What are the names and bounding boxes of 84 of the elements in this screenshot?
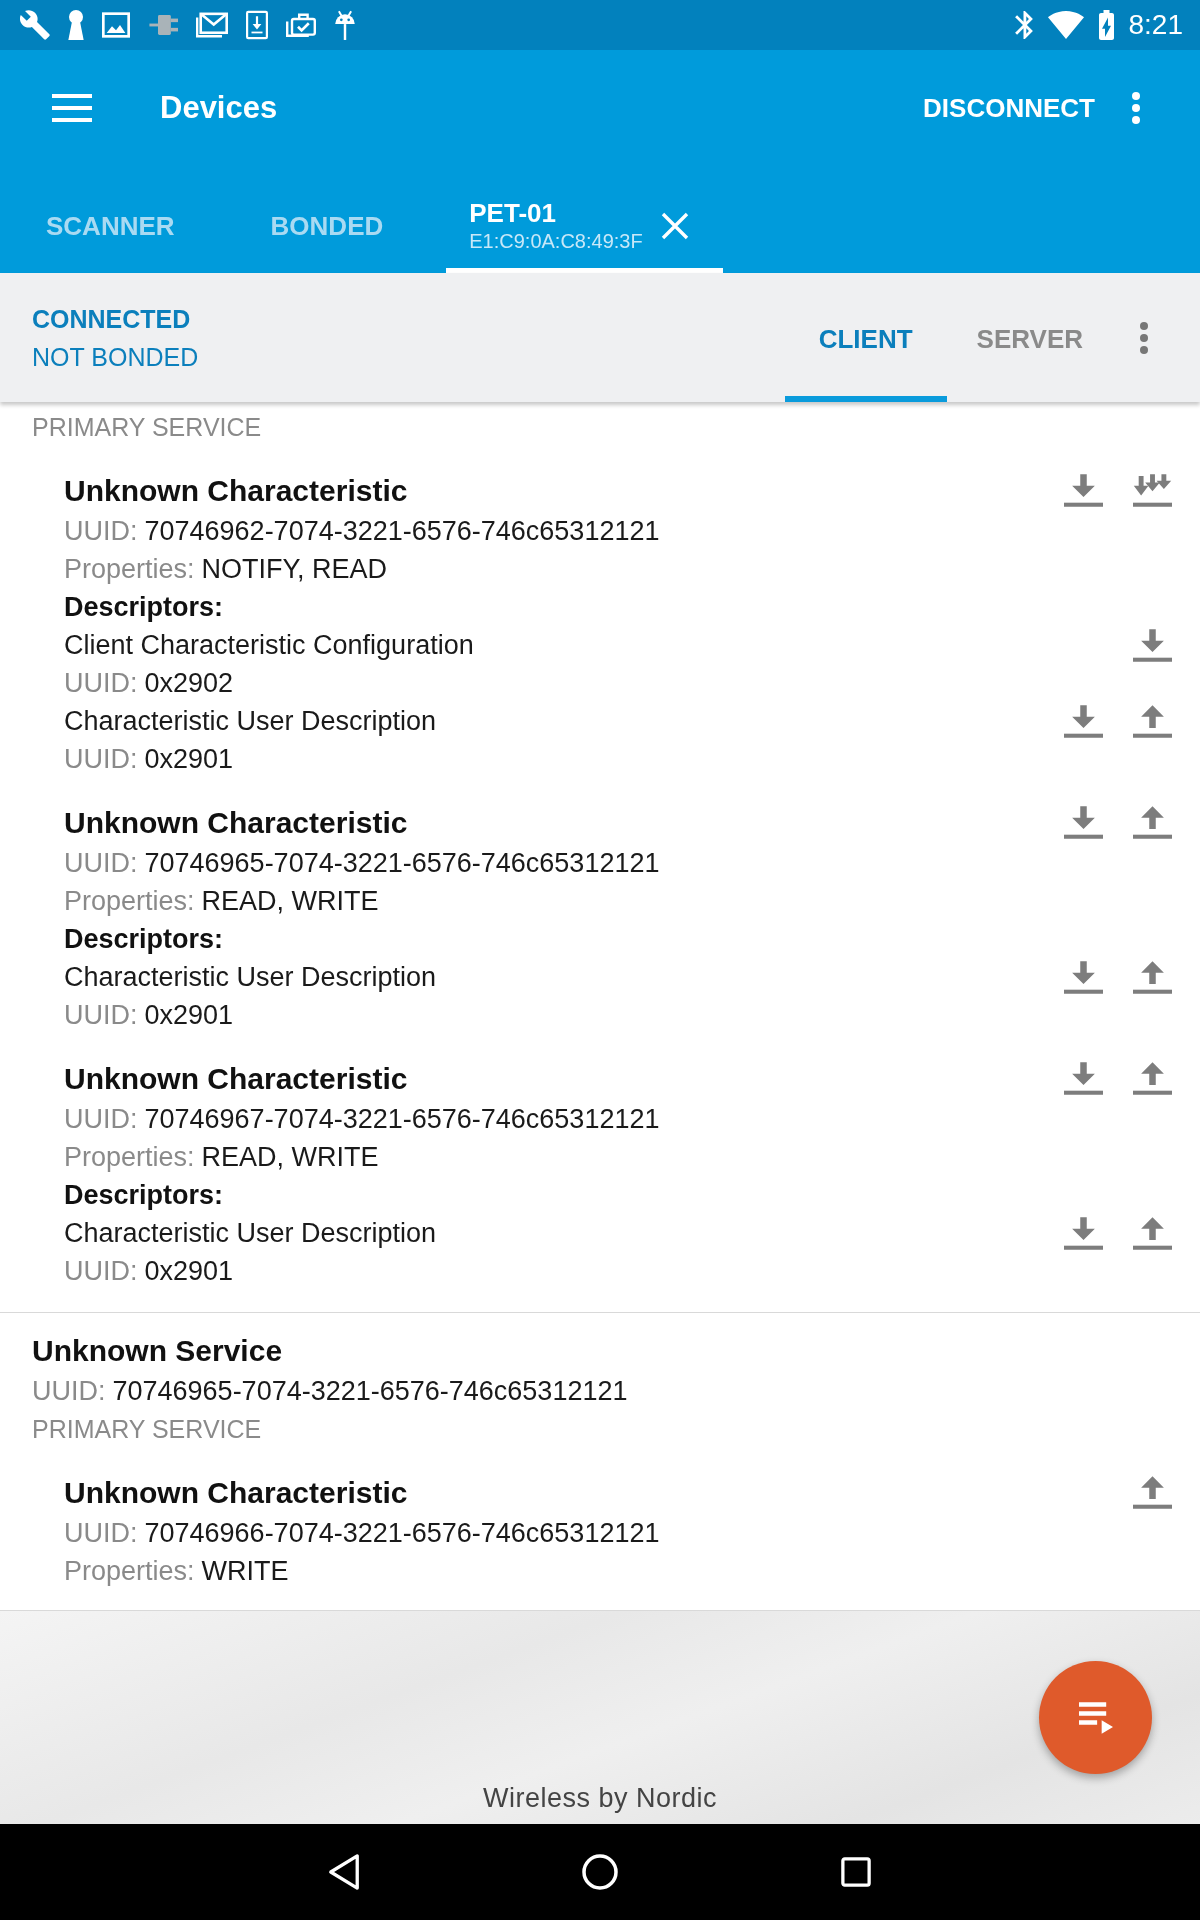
recent-apps-icon[interactable] [841,1857,871,1887]
download-icon[interactable] [1133,628,1172,662]
uuid-label: UUID: [64,514,138,548]
properties-value: READ, WRITE [201,1140,379,1174]
uuid-value: 0x2902 [144,666,234,700]
properties-label: Properties: [64,552,195,586]
uuid-label: UUID: [64,1516,138,1550]
uuid-label: UUID: [32,1374,106,1408]
descriptors-heading: Descriptors: [64,922,224,956]
wifi-icon [1047,11,1084,39]
briefcase-icon [286,12,316,38]
bluetooth-icon [1014,11,1033,39]
uuid-value: 70746967-7074-3221-6576-746c65312121 [144,1102,660,1136]
download-icon[interactable] [1064,473,1103,507]
download-icon [246,10,268,40]
descriptor-name: Characteristic User Description [64,960,437,994]
download-multiple-icon[interactable] [1133,473,1172,507]
properties-value: NOTIFY, READ [201,552,388,586]
characteristic-name: Unknown Characteristic [64,804,408,841]
descriptor-name: Characteristic User Description [64,704,437,738]
uuid-value: 70746965-7074-3221-6576-746c65312121 [144,846,660,880]
descriptor-name: Client Characteristic Configuration [64,628,474,662]
service-name: Unknown Service [32,1332,283,1369]
status-time: 8:21 [1128,8,1183,42]
keyhole-icon [68,10,84,40]
brand-text: Wireless by Nordic [482,1783,717,1813]
mode-tab[interactable]: SERVER [946,273,1113,402]
more-options-icon[interactable] [1132,91,1140,124]
descriptor-name: Characteristic User Description [64,1216,437,1250]
uuid-label: UUID: [64,1254,138,1288]
playlist-play-icon [1078,1701,1113,1734]
download-icon[interactable] [1064,1061,1103,1095]
connection-status: CONNECTED [32,303,192,335]
service-type-label: PRIMARY SERVICE [32,1414,263,1445]
app-title: Devices [160,88,278,127]
menu-icon[interactable] [52,93,92,122]
properties-value: WRITE [201,1554,289,1588]
uuid-value: 70746966-7074-3221-6576-746c65312121 [144,1516,660,1550]
descriptors-heading: Descriptors: [64,1178,224,1212]
service-type-label: PRIMARY SERVICE [32,412,263,443]
uuid-value: 0x2901 [144,998,234,1032]
disconnect-button[interactable]: DISCONNECT [923,91,1095,124]
mail-icon [196,12,228,38]
back-icon[interactable] [327,1853,361,1891]
upload-icon[interactable] [1133,1061,1172,1095]
uuid-value: 70746962-7074-3221-6576-746c65312121 [144,514,660,548]
wrench-icon [20,10,50,40]
uuid-label: UUID: [64,742,138,776]
properties-label: Properties: [64,1554,195,1588]
uuid-label: UUID: [64,666,138,700]
image-icon [102,12,130,38]
device-tab[interactable]: BONDED [224,165,434,273]
upload-icon[interactable] [1133,1475,1172,1509]
upload-icon[interactable] [1133,960,1172,994]
uuid-label: UUID: [64,846,138,880]
mode-tab[interactable]: CLIENT [784,273,947,402]
more-options-icon[interactable] [1140,321,1148,354]
uuid-value: 0x2901 [144,742,234,776]
characteristic-name: Unknown Characteristic [64,1474,408,1511]
descriptors-heading: Descriptors: [64,590,224,624]
properties-label: Properties: [64,884,195,918]
properties-value: READ, WRITE [201,884,379,918]
uuid-value: 0x2901 [144,1254,234,1288]
download-icon[interactable] [1064,704,1103,738]
home-icon[interactable] [582,1854,618,1890]
close-icon[interactable] [660,212,689,240]
uuid-value: 70746965-7074-3221-6576-746c65312121 [112,1374,628,1408]
uuid-label: UUID: [64,998,138,1032]
characteristic-name: Unknown Characteristic [64,472,408,509]
bond-status: NOT BONDED [32,341,199,373]
download-icon[interactable] [1064,805,1103,839]
robot-icon [334,10,356,40]
upload-icon[interactable] [1133,1216,1172,1250]
device-tab[interactable]: SCANNER [0,165,225,273]
upload-icon[interactable] [1133,805,1172,839]
uuid-label: UUID: [64,1102,138,1136]
upload-icon[interactable] [1133,704,1172,738]
log-button[interactable] [1039,1661,1152,1774]
characteristic-name: Unknown Characteristic [64,1060,408,1097]
download-icon[interactable] [1064,960,1103,994]
battery-icon [1098,10,1114,40]
plug-icon [148,13,178,37]
download-icon[interactable] [1064,1216,1103,1250]
properties-label: Properties: [64,1140,195,1174]
